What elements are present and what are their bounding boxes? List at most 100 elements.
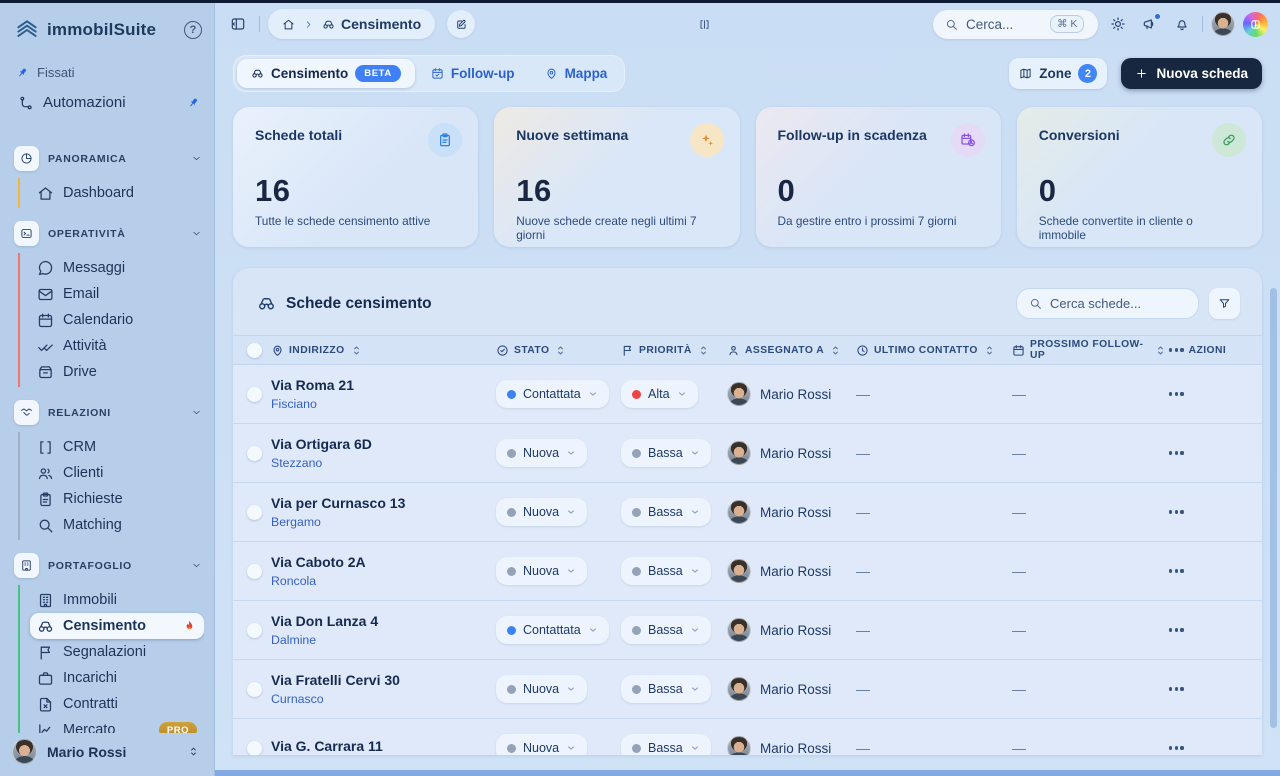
priority-select[interactable]: Bassa bbox=[621, 498, 711, 526]
row-city[interactable]: Fisciano bbox=[271, 397, 496, 411]
horizontal-scrollbar[interactable] bbox=[215, 770, 1280, 776]
row-city[interactable]: Stezzano bbox=[271, 456, 496, 470]
row-actions-button[interactable] bbox=[1167, 628, 1248, 631]
sidebar-item-richieste[interactable]: Richieste bbox=[30, 486, 204, 512]
priority-select[interactable]: Bassa bbox=[621, 675, 711, 703]
table-row[interactable]: Via G. Carrara 11 Nuova Bassa Mario Ross… bbox=[233, 719, 1262, 755]
home-icon[interactable] bbox=[282, 18, 295, 31]
sidebar-item-email[interactable]: Email bbox=[30, 281, 204, 307]
help-icon[interactable]: ? bbox=[184, 21, 202, 39]
section-operativita[interactable]: OPERATIVITÀ bbox=[12, 218, 204, 249]
sidebar-item-attivita[interactable]: Attività bbox=[30, 333, 204, 359]
priority-select[interactable]: Bassa bbox=[621, 557, 711, 585]
sidebar-item-messaggi[interactable]: Messaggi bbox=[30, 255, 204, 281]
announcements-button[interactable] bbox=[1138, 12, 1162, 36]
row-actions-button[interactable] bbox=[1167, 746, 1248, 749]
global-search-input[interactable] bbox=[966, 17, 1042, 32]
columns-toggle-icon[interactable] bbox=[698, 18, 711, 31]
table-title-row: Schede censimento bbox=[257, 294, 1016, 313]
row-actions-button[interactable] bbox=[1167, 451, 1248, 454]
filter-button[interactable] bbox=[1209, 288, 1240, 319]
zone-button[interactable]: Zone 2 bbox=[1009, 58, 1107, 89]
row-actions-button[interactable] bbox=[1167, 510, 1248, 513]
section-relazioni[interactable]: RELAZIONI bbox=[12, 397, 204, 428]
new-card-button[interactable]: Nuova scheda bbox=[1121, 58, 1262, 89]
sidebar-item-contratti[interactable]: Contratti bbox=[30, 691, 204, 717]
status-select[interactable]: Contattata bbox=[496, 380, 609, 408]
column-header-assegnato[interactable]: ASSEGNATO A bbox=[727, 344, 856, 357]
tab-censimento[interactable]: Censimento BETA bbox=[237, 59, 415, 88]
table-search-input[interactable] bbox=[1050, 296, 1180, 311]
sidebar-item-incarichi[interactable]: Incarichi bbox=[30, 665, 204, 691]
sidebar-item-clienti[interactable]: Clienti bbox=[30, 460, 204, 486]
assistant-button[interactable] bbox=[1243, 12, 1268, 37]
row-address: Via G. Carrara 11 bbox=[271, 738, 496, 755]
row-checkbox[interactable] bbox=[247, 387, 262, 402]
breadcrumb[interactable]: Censimento bbox=[268, 9, 435, 39]
sidebar-item-automazioni[interactable]: Automazioni bbox=[16, 90, 202, 115]
theme-toggle-button[interactable] bbox=[1106, 12, 1130, 36]
priority-select[interactable]: Bassa bbox=[621, 616, 711, 644]
column-header-stato[interactable]: STATO bbox=[496, 344, 621, 357]
sidebar-item-calendario[interactable]: Calendario bbox=[30, 307, 204, 333]
pin-icon[interactable] bbox=[187, 96, 200, 109]
user-avatar[interactable] bbox=[1211, 12, 1235, 36]
sidebar-item-censimento[interactable]: Censimento bbox=[30, 613, 204, 639]
compose-button[interactable] bbox=[447, 10, 475, 38]
row-checkbox[interactable] bbox=[247, 446, 262, 461]
status-select[interactable]: Nuova bbox=[496, 675, 587, 703]
user-menu[interactable]: Mario Rossi bbox=[12, 733, 204, 766]
column-header-ultimo-contatto[interactable]: ULTIMO CONTATTO bbox=[856, 344, 1012, 357]
row-city[interactable]: Dalmine bbox=[271, 633, 496, 647]
row-checkbox[interactable] bbox=[247, 564, 262, 579]
global-search[interactable]: ⌘ K bbox=[933, 10, 1098, 39]
notifications-button[interactable] bbox=[1170, 12, 1194, 36]
row-actions-button[interactable] bbox=[1167, 392, 1248, 395]
briefcase-icon bbox=[37, 670, 54, 687]
sidebar-item-dashboard[interactable]: Dashboard bbox=[30, 180, 204, 206]
section-panoramica[interactable]: PANORAMICA bbox=[12, 143, 204, 174]
column-header-indirizzo[interactable]: INDIRIZZO bbox=[271, 344, 496, 357]
priority-select[interactable]: Bassa bbox=[621, 439, 711, 467]
status-select[interactable]: Nuova bbox=[496, 498, 587, 526]
row-city[interactable]: Bergamo bbox=[271, 515, 496, 529]
sidebar-item-immobili[interactable]: Immobili bbox=[30, 587, 204, 613]
automation-icon bbox=[18, 95, 34, 111]
assignee-avatar bbox=[727, 618, 751, 642]
sort-icon bbox=[350, 344, 363, 357]
column-header-prossimo-followup[interactable]: PROSSIMO FOLLOW-UP bbox=[1012, 339, 1167, 361]
table-row[interactable]: Via per Curnasco 13Bergamo Nuova Bassa M… bbox=[233, 483, 1262, 542]
table-row[interactable]: Via Caboto 2ARoncola Nuova Bassa Mario R… bbox=[233, 542, 1262, 601]
status-select[interactable]: Nuova bbox=[496, 439, 587, 467]
row-checkbox[interactable] bbox=[247, 623, 262, 638]
tab-followup[interactable]: Follow-up bbox=[417, 60, 529, 87]
table-row[interactable]: Via Ortigara 6DStezzano Nuova Bassa Mari… bbox=[233, 424, 1262, 483]
status-select[interactable]: Nuova bbox=[496, 557, 587, 585]
row-actions-button[interactable] bbox=[1167, 569, 1248, 572]
sidebar-toggle-button[interactable] bbox=[225, 11, 251, 37]
sidebar-item-crm[interactable]: CRM bbox=[30, 434, 204, 460]
row-checkbox[interactable] bbox=[247, 505, 262, 520]
row-checkbox[interactable] bbox=[247, 741, 262, 756]
status-select[interactable]: Contattata bbox=[496, 616, 609, 644]
sidebar-item-segnalazioni[interactable]: Segnalazioni bbox=[30, 639, 204, 665]
row-city[interactable]: Roncola bbox=[271, 574, 496, 588]
table-row[interactable]: Via Fratelli Cervi 30Curnasco Nuova Bass… bbox=[233, 660, 1262, 719]
table-search[interactable] bbox=[1016, 288, 1199, 319]
section-portafoglio[interactable]: PORTAFOGLIO bbox=[12, 550, 204, 581]
vertical-scrollbar[interactable] bbox=[1270, 288, 1277, 728]
table-row[interactable]: Via Roma 21Fisciano Contattata Alta Mari… bbox=[233, 365, 1262, 424]
sidebar-item-matching[interactable]: Matching bbox=[30, 512, 204, 538]
priority-select[interactable]: Bassa bbox=[621, 734, 711, 755]
select-all-checkbox[interactable] bbox=[247, 343, 262, 358]
row-actions-button[interactable] bbox=[1167, 687, 1248, 690]
table-row[interactable]: Via Don Lanza 4Dalmine Contattata Bassa … bbox=[233, 601, 1262, 660]
tab-mappa[interactable]: Mappa bbox=[531, 60, 622, 87]
row-city[interactable]: Curnasco bbox=[271, 692, 496, 706]
row-checkbox[interactable] bbox=[247, 682, 262, 697]
status-select[interactable]: Nuova bbox=[496, 734, 587, 755]
priority-select[interactable]: Alta bbox=[621, 380, 698, 408]
sidebar-item-mercato[interactable]: Mercato PRO bbox=[30, 717, 204, 733]
column-header-priorita[interactable]: PRIORITÀ bbox=[621, 344, 727, 357]
sidebar-item-drive[interactable]: Drive bbox=[30, 359, 204, 385]
